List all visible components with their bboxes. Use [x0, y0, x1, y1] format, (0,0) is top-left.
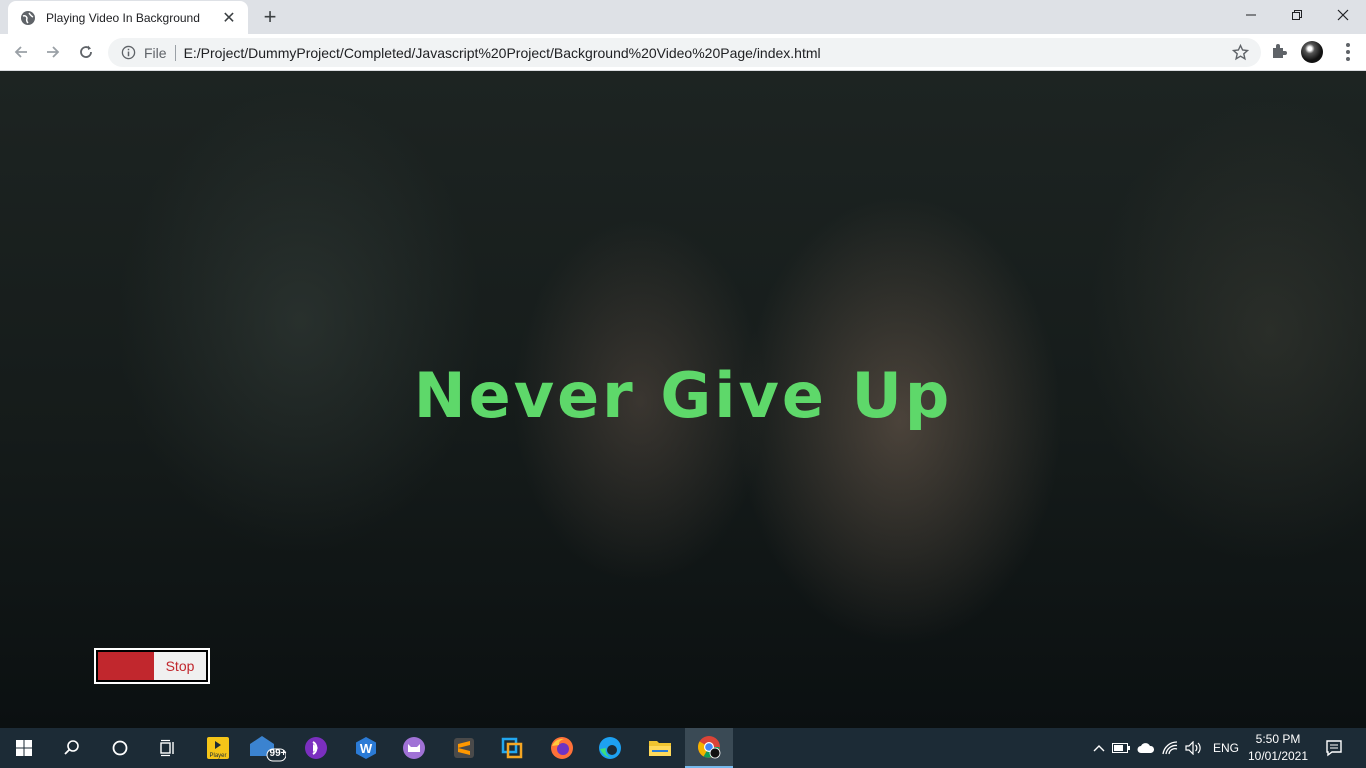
- svg-text:W: W: [360, 741, 373, 756]
- toggle-label: Stop: [165, 658, 195, 674]
- file-explorer-icon[interactable]: [636, 728, 684, 768]
- clock-date: 10/01/2021: [1247, 749, 1309, 763]
- profile-avatar[interactable]: [1301, 41, 1323, 63]
- battery-icon[interactable]: [1108, 743, 1134, 753]
- cat-app-icon[interactable]: [390, 728, 438, 768]
- url-text[interactable]: E:/Project/DummyProject/Completed/Javasc…: [184, 45, 821, 61]
- new-tab-button[interactable]: +: [259, 6, 281, 28]
- back-arrow-icon[interactable]: [8, 39, 34, 65]
- reload-icon[interactable]: [73, 39, 99, 65]
- mail-badge: 99+: [269, 748, 287, 759]
- chrome-icon[interactable]: [685, 728, 733, 768]
- player-label: Player: [209, 753, 226, 759]
- close-window-icon[interactable]: [1320, 0, 1366, 30]
- taskbar-clock[interactable]: 5:50 PM 10/01/2021: [1246, 731, 1310, 765]
- volume-icon[interactable]: [1182, 741, 1206, 755]
- onedrive-icon[interactable]: [1134, 742, 1158, 754]
- toggle-track: Stop: [98, 652, 206, 680]
- search-icon[interactable]: [48, 728, 96, 768]
- player-icon[interactable]: Player: [194, 728, 242, 768]
- edge-icon[interactable]: [586, 728, 634, 768]
- window-controls: [1228, 0, 1366, 30]
- page-headline: Never Give Up: [413, 359, 953, 432]
- system-tray: ENG: [1090, 728, 1246, 768]
- vscode-icon[interactable]: [488, 728, 536, 768]
- notifications-icon[interactable]: [1310, 728, 1358, 768]
- wps-icon[interactable]: W: [342, 728, 390, 768]
- chevron-up-icon[interactable]: [1090, 744, 1108, 752]
- tab-title: Playing Video In Background: [46, 10, 200, 25]
- windows-taskbar: Player 99+ W ENG 5:50 PM 10/01/2021: [0, 728, 1366, 768]
- omnibox-divider: [174, 44, 176, 61]
- forward-arrow-icon[interactable]: [40, 39, 66, 65]
- close-tab-icon[interactable]: ✕: [220, 9, 238, 27]
- audio-app-icon[interactable]: [292, 728, 340, 768]
- firefox-icon[interactable]: [538, 728, 586, 768]
- browser-toolbar: File E:/Project/DummyProject/Completed/J…: [0, 34, 1366, 71]
- extensions-icon[interactable]: [1270, 42, 1290, 62]
- language-indicator[interactable]: ENG: [1206, 741, 1246, 755]
- address-bar[interactable]: File E:/Project/DummyProject/Completed/J…: [108, 38, 1261, 67]
- sublime-icon[interactable]: [440, 728, 488, 768]
- toggle-knob: [98, 652, 154, 680]
- browser-chrome: Playing Video In Background ✕ + File E:/…: [0, 0, 1366, 71]
- wifi-icon[interactable]: [1158, 741, 1182, 755]
- tab-active[interactable]: Playing Video In Background ✕: [8, 1, 248, 34]
- cortana-icon[interactable]: [96, 728, 144, 768]
- restore-icon[interactable]: [1274, 0, 1320, 30]
- tab-strip: Playing Video In Background ✕ +: [0, 0, 1366, 34]
- clock-time: 5:50 PM: [1255, 732, 1301, 746]
- start-icon[interactable]: [0, 728, 48, 768]
- more-menu-icon[interactable]: [1338, 42, 1358, 62]
- bookmark-star-icon[interactable]: [1231, 43, 1250, 61]
- minimize-icon[interactable]: [1228, 0, 1274, 30]
- info-icon[interactable]: [120, 45, 136, 61]
- scheme-label: File: [144, 44, 167, 61]
- task-view-icon[interactable]: [144, 728, 192, 768]
- video-toggle-button[interactable]: Stop: [94, 648, 210, 684]
- background-video: Never Give Up Stop: [0, 71, 1366, 728]
- globe-icon: [20, 10, 36, 26]
